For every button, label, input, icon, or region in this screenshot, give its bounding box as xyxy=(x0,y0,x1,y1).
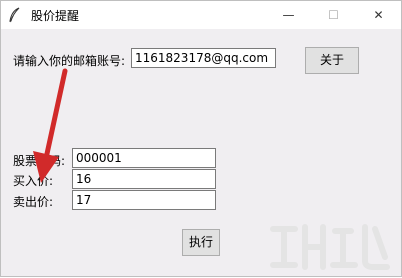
email-label: 请输入你的邮箱账号: xyxy=(13,54,126,68)
buy-price-label: 买入价: xyxy=(13,174,54,188)
maximize-button[interactable]: ☐ xyxy=(311,1,356,29)
app-window: 股价提醒 — ☐ ✕ 请输入你的邮箱账号: 1161823178@qq.com … xyxy=(0,0,402,277)
stock-code-field[interactable]: 000001 xyxy=(72,148,216,168)
buy-price-field[interactable]: 16 xyxy=(72,169,216,189)
execute-button[interactable]: 执行 xyxy=(182,229,220,256)
watermark-logo xyxy=(270,224,390,270)
window-title: 股价提醒 xyxy=(31,9,80,23)
about-button[interactable]: 关于 xyxy=(305,47,359,74)
email-field[interactable]: 1161823178@qq.com xyxy=(131,48,276,68)
feather-icon xyxy=(9,7,20,23)
minimize-button[interactable]: — xyxy=(266,1,311,29)
sell-price-field[interactable]: 17 xyxy=(72,190,216,210)
stock-code-label: 股票代码: xyxy=(13,154,66,168)
title-bar: 股价提醒 — ☐ ✕ xyxy=(1,1,401,29)
sell-price-label: 卖出价: xyxy=(13,195,54,209)
close-button[interactable]: ✕ xyxy=(356,1,401,29)
